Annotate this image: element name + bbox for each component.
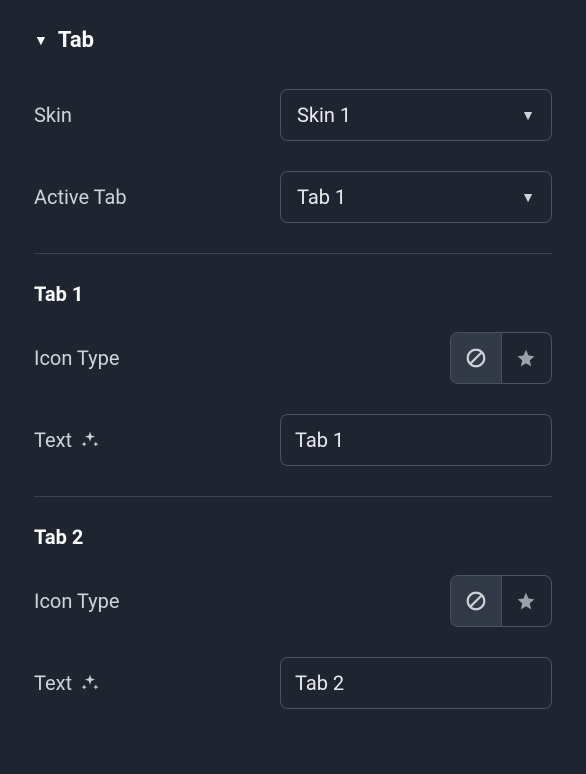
none-icon	[465, 590, 487, 612]
tab1-text-label: Text	[34, 428, 280, 452]
tab1-icon-type-toggle	[450, 332, 552, 384]
skin-row: Skin Skin 1 ▼	[34, 89, 552, 141]
tab2-icon-type-row: Icon Type	[34, 575, 552, 627]
tab-section-header[interactable]: ▼ Tab	[34, 28, 552, 53]
sparkles-icon	[80, 673, 100, 693]
active-tab-select[interactable]: Tab 1 ▼	[280, 171, 552, 223]
tab1-icon-type-label: Icon Type	[34, 346, 280, 370]
tab1-text-input[interactable]	[281, 415, 552, 465]
tab2-text-input[interactable]	[281, 658, 552, 708]
none-icon	[465, 347, 487, 369]
star-icon	[516, 348, 536, 368]
tab2-icon-type-none[interactable]	[451, 576, 501, 626]
active-tab-select-value: Tab 1	[297, 185, 346, 209]
chevron-down-icon: ▼	[521, 107, 535, 124]
active-tab-row: Active Tab Tab 1 ▼	[34, 171, 552, 223]
active-tab-label: Active Tab	[34, 185, 280, 209]
skin-select-value: Skin 1	[297, 103, 351, 127]
tab1-icon-type-row: Icon Type	[34, 332, 552, 384]
tab1-icon-type-icon[interactable]	[501, 333, 551, 383]
star-icon	[516, 591, 536, 611]
tab1-text-input-wrap	[280, 414, 552, 466]
skin-label: Skin	[34, 103, 280, 127]
divider	[34, 496, 552, 497]
tab2-icon-type-label: Icon Type	[34, 589, 280, 613]
tab2-text-label-text: Text	[34, 671, 72, 695]
tab1-text-label-text: Text	[34, 428, 72, 452]
tab1-icon-type-none[interactable]	[451, 333, 501, 383]
tab2-text-label: Text	[34, 671, 280, 695]
chevron-down-icon: ▼	[521, 189, 535, 206]
divider	[34, 253, 552, 254]
caret-down-icon: ▼	[34, 32, 48, 49]
tab2-header: Tab 2	[34, 525, 552, 549]
sparkles-icon	[80, 430, 100, 450]
skin-select[interactable]: Skin 1 ▼	[280, 89, 552, 141]
tab2-icon-type-icon[interactable]	[501, 576, 551, 626]
tab1-header: Tab 1	[34, 282, 552, 306]
tab1-text-row: Text	[34, 414, 552, 466]
tab2-text-row: Text	[34, 657, 552, 709]
tab2-icon-type-toggle	[450, 575, 552, 627]
tab2-text-input-wrap	[280, 657, 552, 709]
section-title: Tab	[58, 28, 94, 53]
